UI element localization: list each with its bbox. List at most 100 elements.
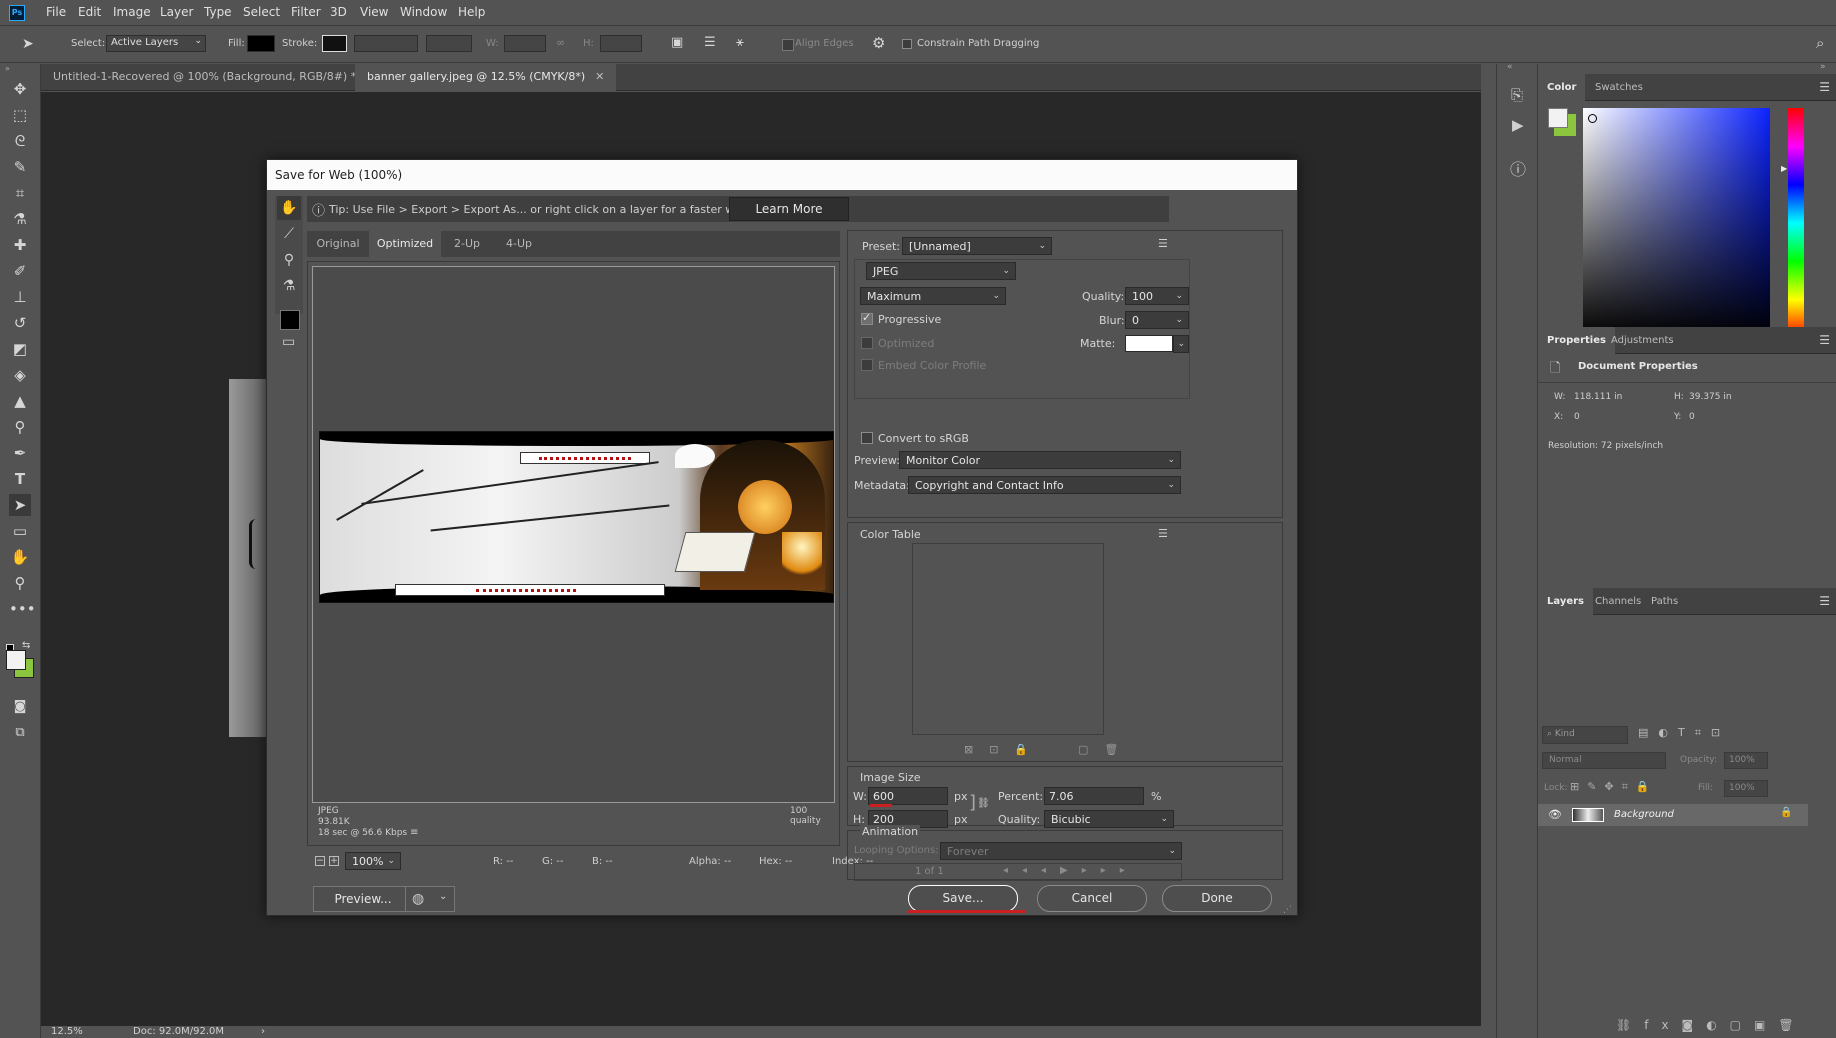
- doc-tab-banner[interactable]: banner gallery.jpeg @ 12.5% (CMYK/8*) ✕: [355, 64, 617, 91]
- zoom-level-dropdown[interactable]: 100% ⌄: [345, 852, 401, 870]
- tab-color[interactable]: Color: [1538, 74, 1586, 101]
- tab-swatches[interactable]: Swatches: [1586, 74, 1652, 101]
- clone-stamp-tool-icon[interactable]: ⊥: [9, 286, 31, 308]
- chevron-right-icon[interactable]: ›: [261, 1026, 265, 1037]
- prop-w-value[interactable]: 118.111 in: [1574, 392, 1622, 402]
- path-selection-tool-icon[interactable]: ➤: [22, 36, 34, 52]
- matte-color-swatch[interactable]: [1125, 335, 1173, 352]
- slice-select-tool-icon[interactable]: ⟋: [277, 222, 301, 246]
- paint-bucket-tool-icon[interactable]: ◈: [9, 364, 31, 386]
- optimized-checkbox[interactable]: [861, 337, 873, 349]
- lasso-tool-icon[interactable]: ᘓ: [9, 130, 31, 152]
- resize-grip-icon[interactable]: ⋰: [1283, 905, 1292, 915]
- opacity-field[interactable]: 100%: [1724, 752, 1768, 769]
- healing-brush-tool-icon[interactable]: ✚: [9, 234, 31, 256]
- path-selection-tool-icon[interactable]: ➤: [9, 494, 31, 516]
- eraser-tool-icon[interactable]: ◩: [9, 338, 31, 360]
- menu-edit[interactable]: Edit: [78, 5, 101, 19]
- eyedropper-tool-icon[interactable]: ⚗: [9, 208, 31, 230]
- link-icon[interactable]: ∞: [556, 36, 565, 49]
- toggle-slices-icon[interactable]: ▭: [282, 334, 295, 350]
- tab-layers[interactable]: Layers: [1538, 588, 1593, 615]
- compression-dropdown[interactable]: Maximum ⌄: [860, 287, 1006, 305]
- history-brush-tool-icon[interactable]: ↺: [9, 312, 31, 334]
- menu-help[interactable]: Help: [458, 5, 485, 19]
- embed-profile-checkbox[interactable]: [861, 359, 873, 371]
- prop-y-value[interactable]: 0: [1689, 412, 1695, 422]
- hue-slider[interactable]: [1788, 108, 1804, 338]
- format-dropdown[interactable]: JPEG ⌄: [866, 262, 1016, 280]
- dodge-tool-icon[interactable]: ⚲: [9, 416, 31, 438]
- width-field[interactable]: 600: [868, 787, 948, 805]
- info-icon[interactable]: ⓘ: [1510, 156, 1526, 180]
- convert-srgb-checkbox[interactable]: [861, 432, 873, 444]
- preview-color-dropdown[interactable]: Monitor Color ⌄: [899, 451, 1181, 469]
- menu-window[interactable]: Window: [400, 5, 447, 19]
- zoom-tool-icon[interactable]: ⚲: [9, 572, 31, 594]
- blur-tool-icon[interactable]: ▲: [9, 390, 31, 412]
- move-tool-icon[interactable]: ✥: [9, 78, 31, 100]
- fill-swatch[interactable]: [247, 35, 275, 52]
- blur-field[interactable]: 0 ⌄: [1125, 311, 1189, 329]
- prop-h-value[interactable]: 39.375 in: [1689, 392, 1732, 402]
- quick-selection-tool-icon[interactable]: ✎: [9, 156, 31, 178]
- path-alignment-icon[interactable]: ☰: [704, 35, 716, 50]
- color-table-action-icons[interactable]: ⊠⊡🔒: [964, 743, 1044, 756]
- align-edges-checkbox[interactable]: [782, 39, 794, 51]
- frame-nav-icons[interactable]: ◂◂◂▶▸▸▸: [1003, 865, 1139, 876]
- optimize-menu-icon[interactable]: ☰: [1158, 237, 1168, 250]
- foreground-color-swatch[interactable]: [6, 650, 26, 670]
- path-operations-icon[interactable]: ▣: [671, 35, 683, 50]
- type-tool-icon[interactable]: T: [9, 468, 31, 490]
- tab-4-up[interactable]: 4-Up: [493, 231, 545, 257]
- learn-more-button[interactable]: Learn More: [729, 197, 849, 221]
- tab-adjustments[interactable]: Adjustments: [1602, 327, 1683, 354]
- resample-quality-dropdown[interactable]: Bicubic ⌄: [1044, 810, 1174, 828]
- cancel-button[interactable]: Cancel: [1037, 885, 1147, 912]
- tab-optimized[interactable]: Optimized: [369, 231, 441, 257]
- save-button[interactable]: Save...: [908, 885, 1018, 912]
- hue-slider-handle[interactable]: ▶: [1781, 164, 1787, 173]
- color-table-add-delete-icons[interactable]: ▢🗑: [1078, 743, 1134, 756]
- stroke-type-dropdown[interactable]: [426, 35, 472, 52]
- stroke-swatch[interactable]: [322, 35, 347, 52]
- download-speed-menu-icon[interactable]: ≡: [410, 827, 418, 838]
- collapse-arrows-icon[interactable]: »: [5, 64, 10, 73]
- layer-footer-icons[interactable]: ⛓fx◙◐▢▣🗑: [1616, 1018, 1807, 1032]
- fill-field[interactable]: 100%: [1724, 780, 1768, 797]
- preview-button[interactable]: Preview...: [313, 886, 413, 912]
- width-field[interactable]: [504, 35, 546, 52]
- menu-3d[interactable]: 3D: [330, 5, 347, 19]
- color-fg-swatch[interactable]: [1548, 108, 1568, 128]
- preview-canvas[interactable]: [312, 266, 835, 803]
- prop-x-value[interactable]: 0: [1574, 412, 1580, 422]
- menu-select[interactable]: Select: [243, 5, 280, 19]
- percent-field[interactable]: 7.06: [1044, 787, 1144, 805]
- pen-tool-icon[interactable]: ✒: [9, 442, 31, 464]
- menu-file[interactable]: File: [46, 5, 66, 19]
- constrain-checkbox[interactable]: [902, 39, 912, 49]
- zoom-out-icon[interactable]: −: [315, 856, 325, 866]
- layer-filter-icons[interactable]: ▤◐T⌗⊡: [1638, 726, 1730, 740]
- eyedropper-color-swatch[interactable]: [280, 310, 300, 330]
- menu-view[interactable]: View: [360, 5, 388, 19]
- quick-mask-icon[interactable]: ◙: [9, 696, 31, 718]
- done-button[interactable]: Done: [1162, 885, 1272, 912]
- looping-dropdown[interactable]: Forever ⌄: [940, 842, 1182, 860]
- gear-icon[interactable]: ⚙: [872, 34, 885, 52]
- tab-channels[interactable]: Channels: [1586, 588, 1650, 615]
- stroke-width-field[interactable]: [354, 35, 418, 52]
- menu-filter[interactable]: Filter: [291, 5, 321, 19]
- color-picker-marker[interactable]: [1588, 114, 1597, 123]
- close-icon[interactable]: ✕: [595, 70, 604, 83]
- crop-tool-icon[interactable]: ⌗: [9, 182, 31, 204]
- hand-tool-icon[interactable]: ✋: [277, 196, 301, 220]
- tab-original[interactable]: Original: [307, 231, 369, 257]
- menu-layer[interactable]: Layer: [160, 5, 193, 19]
- layer-row-background[interactable]: 👁 Background 🔒: [1538, 804, 1808, 826]
- collapse-arrows-icon[interactable]: »: [1820, 62, 1826, 72]
- doc-tab-untitled[interactable]: Untitled-1-Recovered @ 100% (Background,…: [41, 64, 387, 91]
- collapse-arrows-icon[interactable]: «: [1507, 62, 1513, 72]
- eye-icon[interactable]: 👁: [1548, 808, 1562, 821]
- preset-dropdown[interactable]: [Unnamed] ⌄: [902, 237, 1052, 255]
